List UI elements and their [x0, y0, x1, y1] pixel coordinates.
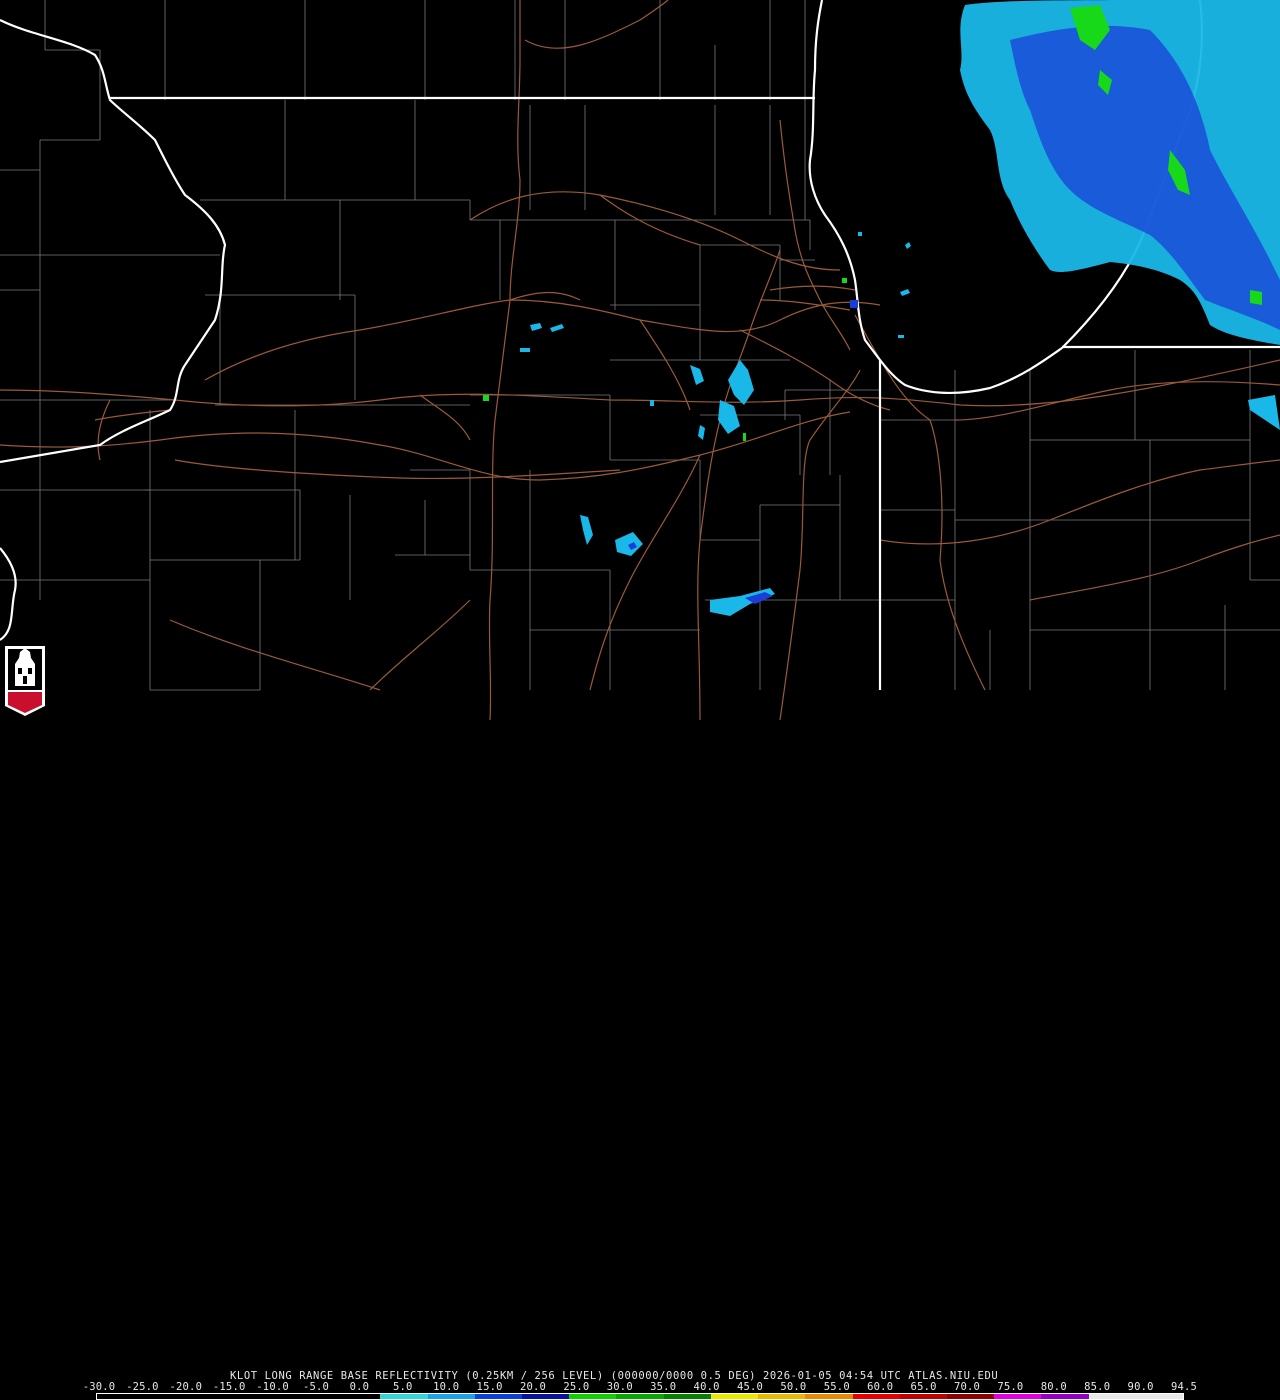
scale-label: -25.0 — [126, 1381, 159, 1393]
scale-labels: -30.0 -25.0 -20.0 -15.0 -10.0 -5.0 0.0 5.0 10.0 1… — [83, 1381, 1198, 1393]
colorbar-segment — [758, 1394, 806, 1399]
scale-label: -10.0 — [256, 1381, 289, 1393]
colorbar-segment — [852, 1394, 900, 1399]
colorbar-segment — [569, 1394, 617, 1399]
reflectivity-colorbar — [96, 1393, 1184, 1400]
scale-label: 0.0 — [349, 1381, 370, 1393]
colorbar-segment — [474, 1394, 522, 1399]
scale-label: 80.0 — [1040, 1381, 1067, 1393]
scale-label: 20.0 — [519, 1381, 547, 1393]
scale-label: 50.0 — [780, 1381, 807, 1393]
colorbar-segment — [616, 1394, 664, 1399]
colorbar-segment — [1088, 1394, 1136, 1399]
scale-label: 10.0 — [433, 1381, 460, 1393]
scale-label: 65.0 — [910, 1381, 937, 1393]
radar-map — [0, 0, 1280, 720]
scale-label: -20.0 — [169, 1381, 203, 1393]
scale-label: 5.0 — [393, 1381, 413, 1393]
colorbar-segment — [97, 1394, 145, 1399]
scale-label: 15.0 — [476, 1381, 503, 1393]
scale-label: 25.0 — [563, 1381, 590, 1393]
scale-label: 90.0 — [1127, 1381, 1154, 1393]
colorbar-segment — [427, 1394, 475, 1399]
colorbar-segment — [899, 1394, 947, 1399]
echo-northeast-green-3 — [1250, 290, 1262, 305]
scale-label: -15.0 — [212, 1381, 246, 1393]
colorbar-segment — [805, 1394, 853, 1399]
colorbar-segment — [333, 1394, 381, 1399]
scale-label: 60.0 — [867, 1381, 894, 1393]
scale-label: 70.0 — [953, 1381, 981, 1393]
scale-label: 30.0 — [606, 1381, 633, 1393]
scale-label: 75.0 — [997, 1381, 1024, 1393]
colorbar-segment — [380, 1394, 428, 1399]
scale-label: -5.0 — [302, 1381, 330, 1393]
scale-label: 55.0 — [823, 1381, 850, 1393]
colorbar-segment — [238, 1394, 286, 1399]
colorbar-segment — [946, 1394, 995, 1399]
scale-label: -30.0 — [82, 1381, 116, 1393]
colorbar-segment — [1135, 1394, 1184, 1399]
colorbar-segment — [663, 1394, 711, 1399]
colorbar-segment — [521, 1394, 570, 1399]
colorbar-segment — [1041, 1394, 1089, 1399]
scale-label: 40.0 — [693, 1381, 720, 1393]
footer: KLOT LONG RANGE BASE REFLECTIVITY (0.25K… — [0, 684, 1280, 1400]
colorbar-segment — [144, 1394, 192, 1399]
colorbar-segment — [994, 1394, 1042, 1399]
colorbar-segment — [191, 1394, 239, 1399]
scale-label: 35.0 — [650, 1381, 677, 1393]
colorbar-segment — [710, 1394, 759, 1399]
colorbar-segment — [285, 1394, 334, 1399]
scale-label: 94.5 — [1170, 1381, 1198, 1393]
scale-label: 45.0 — [736, 1381, 764, 1393]
scale-label: 85.0 — [1084, 1381, 1111, 1393]
